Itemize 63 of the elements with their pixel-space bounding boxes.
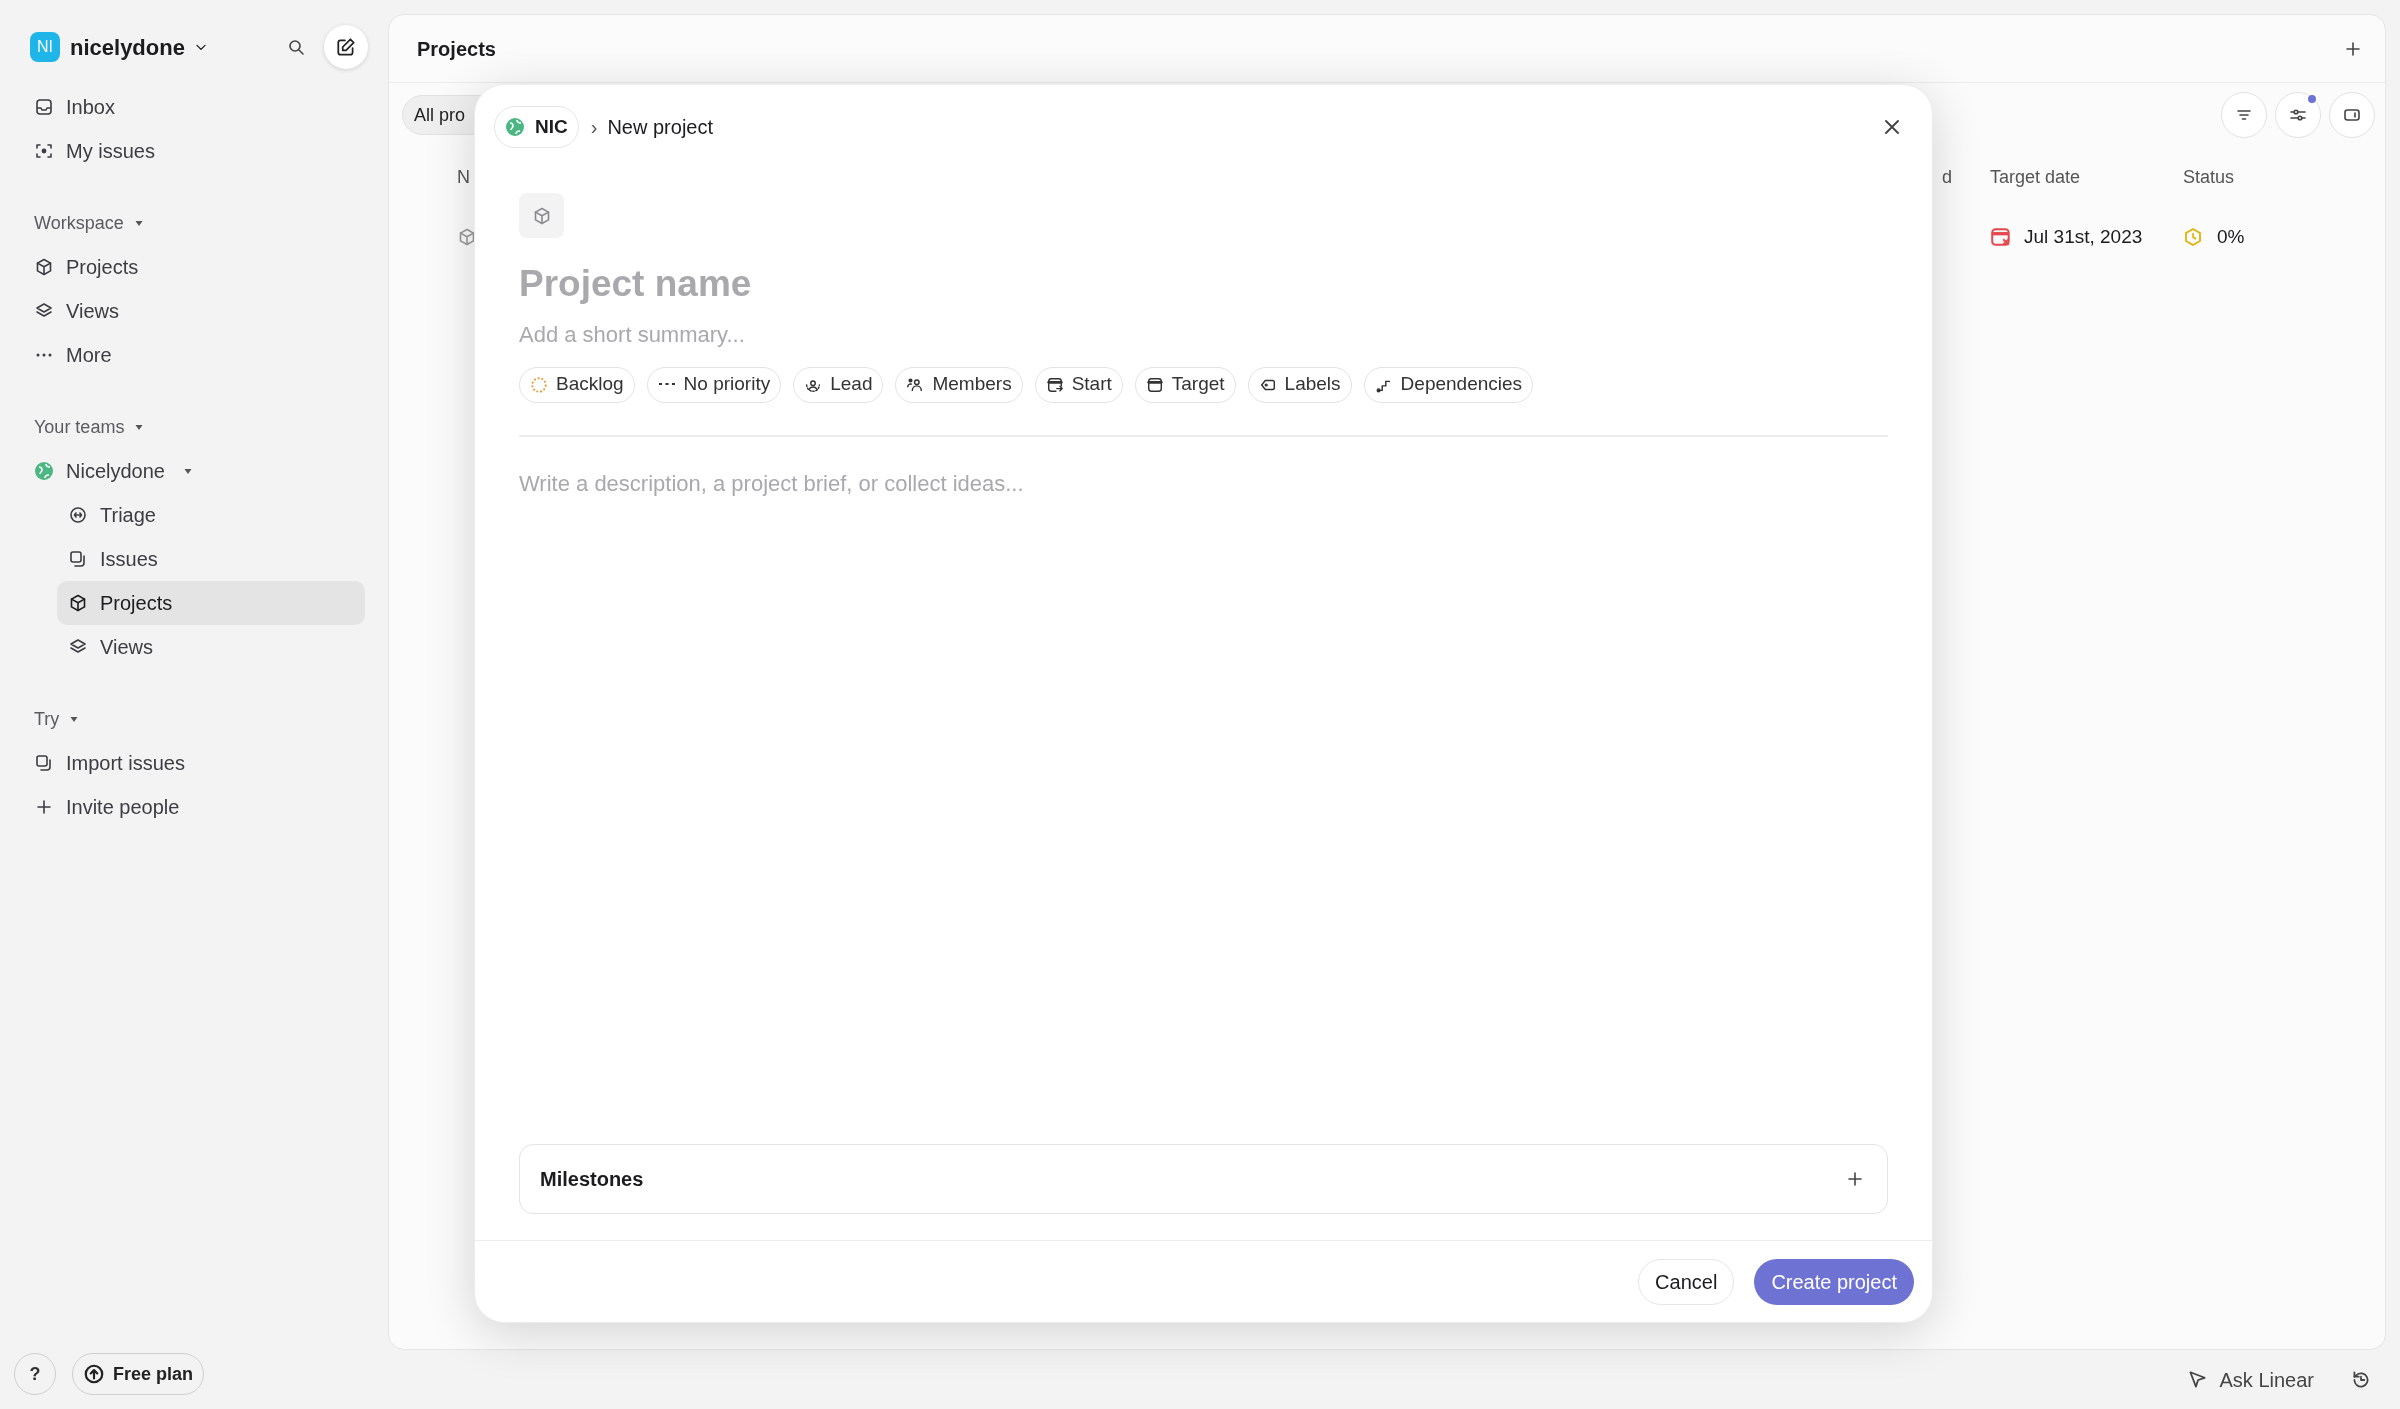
- display-options-button[interactable]: [2275, 92, 2321, 138]
- caret-icon: [69, 714, 80, 724]
- caret-icon: [134, 422, 145, 432]
- dialog-title: New project: [607, 115, 713, 140]
- caret-icon: [133, 218, 144, 228]
- status-icon: [2183, 227, 2203, 247]
- sidebar-item[interactable]: Views: [57, 625, 365, 669]
- sidebar-item[interactable]: Projects: [57, 581, 365, 625]
- sidebar-item[interactable]: Import issues: [23, 741, 365, 785]
- panel-toggle-button[interactable]: [2329, 92, 2375, 138]
- sidebar-item[interactable]: Triage: [57, 493, 365, 537]
- milestones-label: Milestones: [540, 1167, 644, 1192]
- sidebar-item[interactable]: Nicelydone: [23, 449, 365, 493]
- calendar-icon: [1145, 375, 1164, 394]
- cancel-button[interactable]: Cancel: [1638, 1258, 1735, 1305]
- more-icon: [36, 353, 52, 357]
- dots-icon: [658, 383, 675, 386]
- sidebar-item[interactable]: Issues: [57, 537, 365, 581]
- issues-icon: [68, 549, 88, 569]
- column-header[interactable]: d: [1942, 163, 1952, 191]
- overdue-calendar-icon: [1990, 226, 2012, 248]
- cube-icon: [68, 593, 88, 613]
- calendar-arrow-icon: [1045, 375, 1064, 394]
- team-icon: [34, 461, 54, 481]
- plus-icon: [34, 797, 54, 817]
- add-milestone-button[interactable]: [1845, 1169, 1865, 1189]
- project-icon-button[interactable]: [519, 193, 564, 238]
- sidebar-item[interactable]: More: [23, 333, 365, 377]
- upgrade-icon: [83, 1363, 105, 1385]
- backlog-icon: [530, 375, 548, 394]
- project-name-field[interactable]: Project name: [519, 256, 1888, 312]
- sidebar-item[interactable]: Invite people: [23, 785, 365, 829]
- team-icon: [505, 117, 525, 137]
- sidebar-item[interactable]: My issues: [23, 129, 365, 173]
- workspace-switcher[interactable]: nicelydone: [70, 30, 209, 64]
- people-icon: [906, 375, 925, 394]
- focus-icon: [34, 141, 54, 161]
- search-icon: [286, 37, 306, 57]
- new-issue-button[interactable]: [324, 25, 368, 69]
- compose-icon: [335, 36, 357, 58]
- cube-icon: [34, 257, 54, 277]
- create-project-button[interactable]: Create project: [1754, 1258, 1914, 1305]
- column-header[interactable]: Status: [2183, 163, 2235, 191]
- sidebar-item[interactable]: Projects: [23, 245, 365, 289]
- triage-icon: [68, 505, 88, 525]
- filter-button[interactable]: [2221, 92, 2267, 138]
- table-cell-text: 0%: [2217, 224, 2245, 249]
- summary-field[interactable]: Add a short summary...: [519, 317, 1888, 351]
- ask-button[interactable]: Ask Linear: [2185, 1364, 2314, 1395]
- inbox-icon: [34, 97, 54, 117]
- project-icon: [457, 227, 477, 247]
- column-header[interactable]: Target date: [1990, 163, 2081, 191]
- table-cell-text: Jul 31st, 2023: [2024, 224, 2143, 249]
- section-header[interactable]: Your teams: [34, 413, 125, 441]
- column-header[interactable]: N: [457, 163, 470, 191]
- issues-icon: [34, 753, 54, 773]
- sidebar-item[interactable]: Views: [23, 289, 365, 333]
- section-header[interactable]: Workspace: [34, 209, 124, 237]
- breadcrumb-separator: ›: [590, 115, 598, 140]
- plus-icon: [1845, 1169, 1865, 1189]
- page-title: Projects: [417, 36, 496, 62]
- sidebar-item[interactable]: Inbox: [23, 85, 365, 129]
- section-header[interactable]: Try: [34, 705, 60, 733]
